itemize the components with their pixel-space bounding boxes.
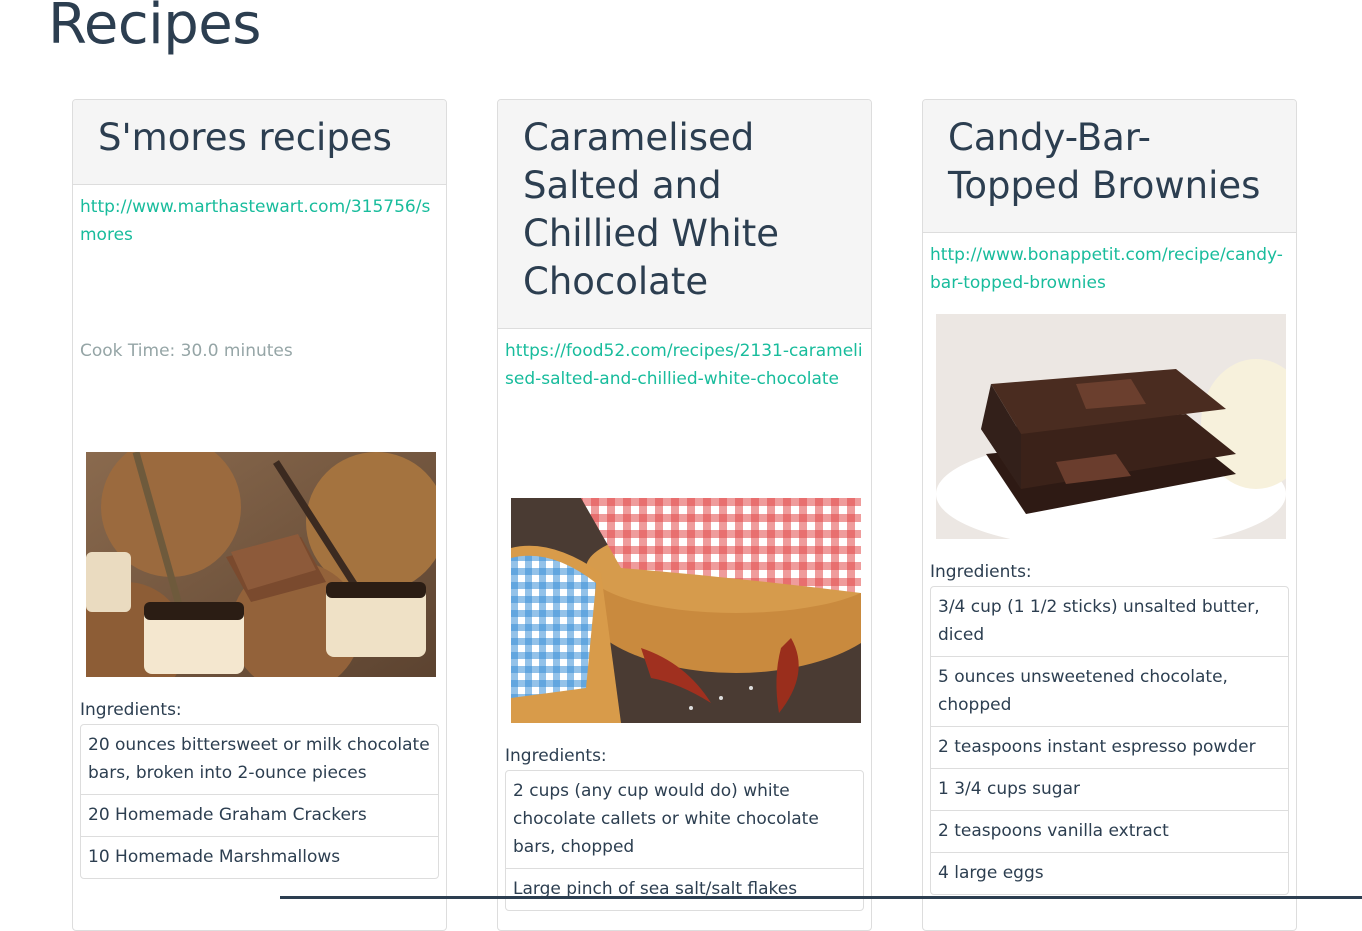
recipe-title: S'mores recipes (98, 116, 392, 159)
ingredient-item: 5 ounces unsweetened chocolate, chopped (931, 656, 1288, 726)
recipe-link[interactable]: https://food52.com/recipes/2131-carameli… (505, 337, 864, 393)
ingredients-label: Ingredients: (80, 700, 182, 720)
recipe-photo-white-chocolate (511, 498, 861, 723)
recipe-photo-brownies (936, 314, 1286, 539)
ingredient-item: 20 ounces bittersweet or milk chocolate … (88, 735, 430, 783)
ingredient-item: 4 large eggs (931, 852, 1288, 894)
ingredients-label: Ingredients: (930, 562, 1032, 582)
recipe-title: Candy-Bar-Topped Brownies (948, 116, 1261, 207)
ingredient-item: 10 Homemade Marshmallows (81, 836, 438, 878)
recipe-card-header: S'mores recipes (73, 100, 446, 185)
recipe-link[interactable]: http://www.marthastewart.com/315756/smor… (80, 193, 439, 249)
ingredient-item: Large pinch of sea salt/salt flakes (506, 868, 863, 910)
ingredients-label: Ingredients: (505, 746, 607, 766)
recipe-card-header: Caramelised Salted and Chillied White Ch… (498, 100, 871, 329)
ingredient-item: 2 cups (any cup would do) white chocolat… (513, 781, 819, 857)
ingredients-list: 3/4 cup (1 1/2 sticks) unsalted butter, … (930, 586, 1289, 895)
recipe-card-caramelised-white-chocolate: Caramelised Salted and Chillied White Ch… (497, 99, 872, 931)
recipe-card-brownies: Candy-Bar-Topped Brownies http://www.bon… (922, 99, 1297, 931)
ingredient-item: 2 teaspoons vanilla extract (931, 810, 1288, 852)
ingredients-list: 20 ounces bittersweet or milk chocolate … (80, 724, 439, 879)
cook-time: Cook Time: 30.0 minutes (80, 341, 293, 361)
ingredient-item: 3/4 cup (1 1/2 sticks) unsalted butter, … (938, 597, 1260, 645)
page-title: Recipes (48, 0, 261, 57)
ingredient-item: 20 Homemade Graham Crackers (81, 794, 438, 836)
ingredient-item: 2 teaspoons instant espresso powder (931, 726, 1288, 768)
recipe-link[interactable]: http://www.bonappetit.com/recipe/candy-b… (930, 241, 1289, 297)
recipe-card-header: Candy-Bar-Topped Brownies (923, 100, 1296, 233)
ingredient-item: 1 3/4 cups sugar (931, 768, 1288, 810)
recipe-title: Caramelised Salted and Chillied White Ch… (523, 116, 780, 303)
recipe-card-smores: S'mores recipes http://www.marthastewart… (72, 99, 447, 931)
recipe-photo-smores (86, 452, 436, 677)
ingredients-list: 2 cups (any cup would do) white chocolat… (505, 770, 864, 911)
